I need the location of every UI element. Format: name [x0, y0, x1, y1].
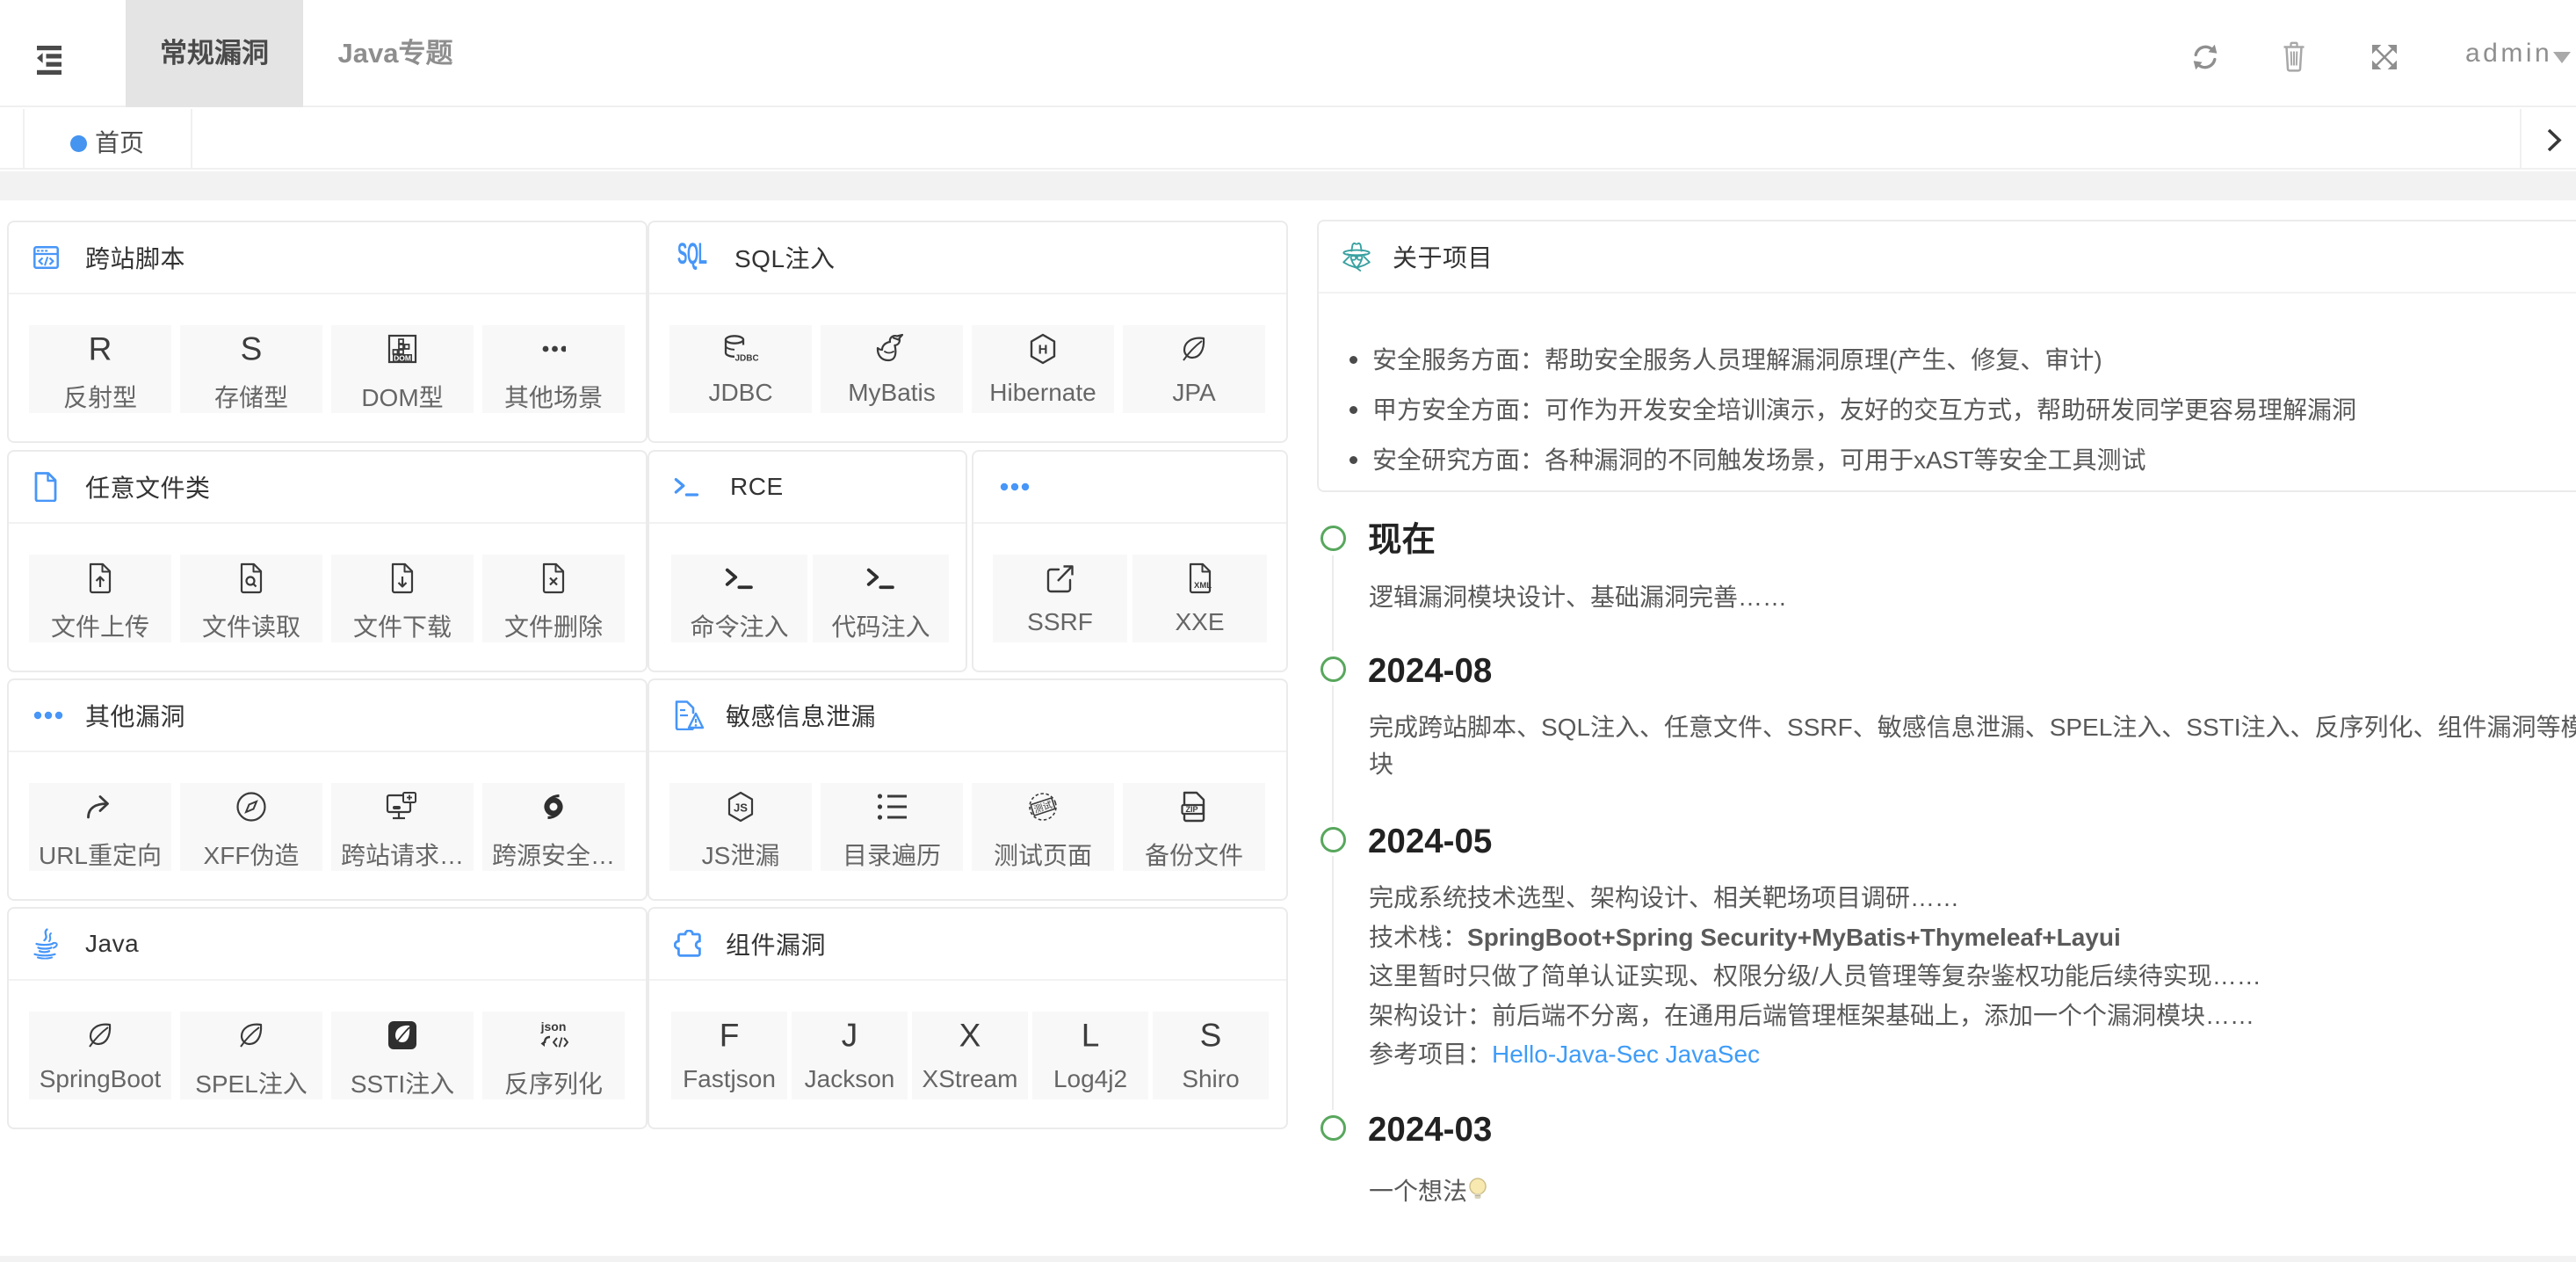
svg-text:测试: 测试	[1032, 799, 1053, 816]
svg-text:json: json	[540, 1019, 567, 1034]
svg-text:H: H	[1038, 343, 1048, 358]
svg-text:JS: JS	[734, 801, 748, 815]
svg-text:JDBC: JDBC	[735, 354, 759, 364]
svg-text:ZIP: ZIP	[1186, 805, 1198, 814]
svg-text:DOM: DOM	[394, 354, 411, 363]
svg-text:XML: XML	[1194, 581, 1212, 591]
